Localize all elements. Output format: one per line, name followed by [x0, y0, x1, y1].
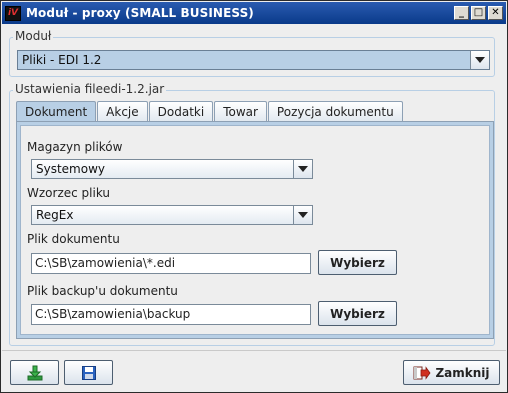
- tab-pozycja-dokumentu[interactable]: Pozycja dokumentu: [267, 101, 403, 121]
- doc-file-label: Plik dokumentu: [27, 232, 120, 246]
- download-icon: [27, 365, 42, 380]
- warehouse-select-value: Systemowy: [36, 162, 106, 176]
- module-legend: Moduł: [13, 29, 54, 43]
- backup-browse-button[interactable]: Wybierz: [318, 301, 397, 326]
- window-title: Moduł - proxy (SMALL BUSINESS): [26, 6, 254, 20]
- warehouse-label: Magazyn plików: [27, 140, 123, 154]
- module-window: iV Moduł - proxy (SMALL BUSINESS) _ □ ✕ …: [0, 0, 508, 393]
- app-icon: iV: [5, 5, 21, 21]
- module-select[interactable]: Pliki - EDI 1.2: [17, 50, 490, 70]
- tab-panel: Magazyn plików Systemowy Wzorzec pliku R…: [16, 121, 494, 339]
- backup-label: Plik backup'u dokumentu: [27, 284, 178, 298]
- tab-akcje[interactable]: Akcje: [97, 101, 148, 121]
- close-window-button[interactable]: ✕: [488, 6, 503, 20]
- exit-icon: [413, 365, 431, 380]
- maximize-button[interactable]: □: [471, 6, 486, 20]
- chevron-down-icon: [293, 160, 312, 178]
- title-bar[interactable]: iV Moduł - proxy (SMALL BUSINESS) _ □ ✕: [2, 2, 506, 24]
- backup-file-input[interactable]: C:\SB\zamowienia\backup: [31, 304, 311, 325]
- pattern-select-value: RegEx: [36, 208, 74, 222]
- tab-dodatki[interactable]: Dodatki: [148, 101, 214, 121]
- tab-dokument[interactable]: Dokument: [16, 101, 97, 121]
- pattern-select[interactable]: RegEx: [31, 205, 313, 225]
- close-button[interactable]: Zamknij: [403, 360, 500, 385]
- doc-file-input[interactable]: C:\SB\zamowienia\*.edi: [31, 253, 311, 274]
- minimize-button[interactable]: _: [454, 6, 469, 20]
- tab-panel-body: Magazyn plików Systemowy Wzorzec pliku R…: [20, 125, 490, 335]
- window-content: Moduł Pliki - EDI 1.2 Ustawienia fileedi…: [2, 24, 506, 391]
- save-button[interactable]: [64, 360, 113, 385]
- doc-browse-button[interactable]: Wybierz: [318, 250, 397, 275]
- download-button[interactable]: [10, 360, 59, 385]
- pattern-label: Wzorzec pliku: [27, 186, 111, 200]
- chevron-down-icon: [293, 206, 312, 224]
- footer-divider: [2, 350, 506, 351]
- close-button-label: Zamknij: [435, 365, 490, 380]
- app-icon-text: iV: [7, 8, 19, 18]
- save-icon: [81, 365, 96, 380]
- settings-tabs: Dokument Akcje Dodatki Towar Pozycja dok…: [16, 101, 404, 121]
- tab-towar[interactable]: Towar: [214, 101, 267, 121]
- module-select-value: Pliki - EDI 1.2: [22, 53, 102, 67]
- settings-legend: Ustawienia fileedi-1.2.jar: [13, 82, 167, 96]
- warehouse-select[interactable]: Systemowy: [31, 159, 313, 179]
- chevron-down-icon: [470, 51, 489, 69]
